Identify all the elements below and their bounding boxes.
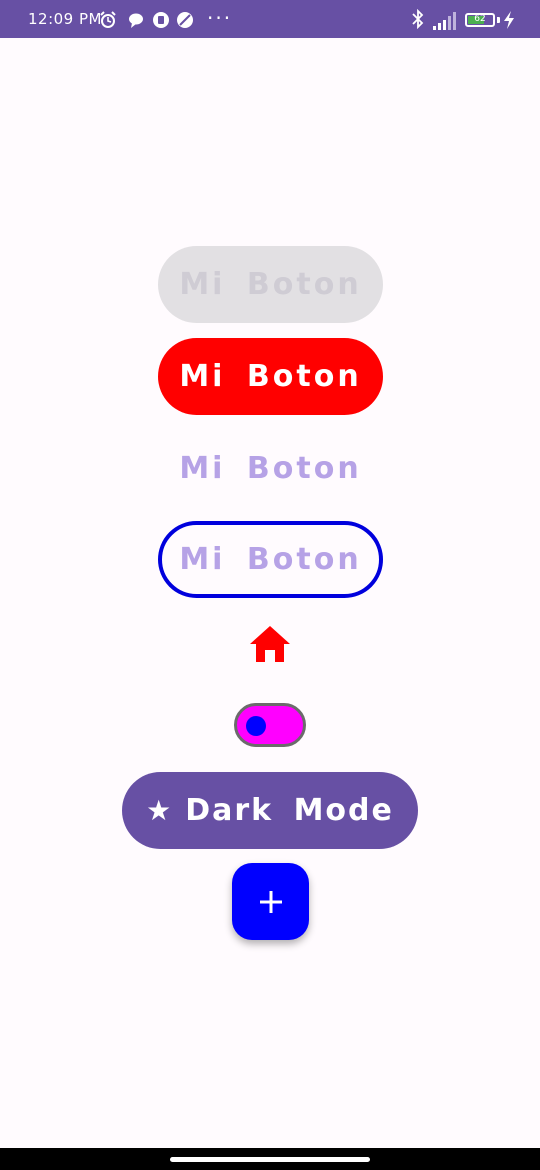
chat-icon — [129, 13, 143, 28]
app-icon — [153, 12, 169, 28]
status-time: 12:09 PM — [28, 10, 102, 28]
status-bar: 12:09 PM ··· 62 — [0, 0, 540, 38]
text-button[interactable]: Mi Boton — [158, 430, 383, 507]
toggle-switch[interactable] — [234, 703, 306, 747]
battery-cap — [497, 17, 500, 23]
battery-icon: 62 — [465, 13, 495, 27]
battery-level: 62 — [474, 14, 486, 24]
outlined-button[interactable]: Mi Boton — [158, 521, 383, 598]
home-icon[interactable] — [248, 624, 292, 664]
signal-icon — [433, 12, 456, 30]
navigation-bar — [0, 1148, 540, 1170]
dark-mode-button[interactable]: ★ Dark Mode — [122, 772, 418, 849]
alarm-icon — [100, 11, 116, 28]
switch-thumb — [246, 716, 266, 736]
filled-red-button[interactable]: Mi Boton — [158, 338, 383, 415]
home-gesture-handle[interactable] — [170, 1157, 370, 1162]
bluetooth-icon — [412, 9, 424, 29]
charging-icon — [504, 11, 514, 29]
disabled-button: Mi Boton — [158, 246, 383, 323]
dark-mode-label: Dark Mode — [185, 793, 394, 828]
add-fab-button[interactable] — [232, 863, 309, 940]
no-sync-icon — [177, 12, 193, 28]
star-icon: ★ — [146, 794, 172, 827]
plus-icon — [259, 890, 282, 913]
more-notifications-icon: ··· — [207, 6, 233, 30]
